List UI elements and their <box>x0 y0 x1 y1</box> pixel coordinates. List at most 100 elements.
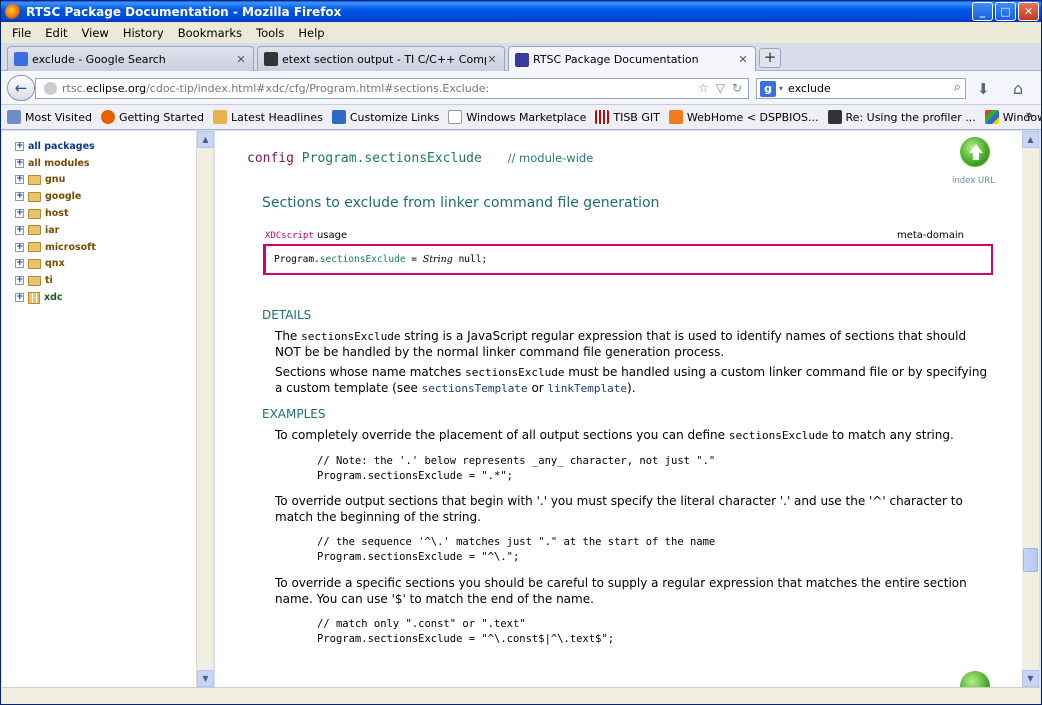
url-path: /cdoc-tip/index.html#xdc/cfg/Program.htm… <box>146 82 490 95</box>
tree-node-ti[interactable]: + ti <box>15 272 212 289</box>
tree-node-gnu[interactable]: + gnu <box>15 172 212 189</box>
folder-icon <box>28 208 41 219</box>
bookmark-webhome[interactable]: WebHome < DSPBIOS... <box>668 110 819 124</box>
site-identity-icon[interactable] <box>44 82 57 95</box>
sidebar-scrollbar[interactable]: ▲ ▼ <box>196 131 214 687</box>
engine-dropdown-icon[interactable]: ▾ <box>779 84 783 93</box>
dropdown-icon[interactable]: ▽ <box>716 81 725 95</box>
bookmarks-overflow-icon[interactable]: » <box>1025 108 1033 123</box>
details-paragraph-2: Sections whose name matches sectionsExcl… <box>275 365 988 395</box>
expand-icon[interactable]: + <box>15 209 24 219</box>
doc-content: config Program.sectionsExclude // module… <box>215 131 1022 687</box>
bookmark-getting-started[interactable]: Getting Started <box>100 110 204 124</box>
scroll-up-icon[interactable]: ▲ <box>1022 131 1039 148</box>
content-scrollbar[interactable]: ▲ ▼ <box>1022 131 1039 687</box>
expand-icon[interactable]: + <box>15 192 24 202</box>
tree-node-iar[interactable]: + iar <box>15 222 212 239</box>
expand-icon[interactable]: + <box>15 225 24 235</box>
menu-bookmarks[interactable]: Bookmarks <box>171 26 249 40</box>
scroll-up-icon[interactable]: ▲ <box>197 131 214 148</box>
bookmark-profiler[interactable]: Re: Using the profiler ... <box>827 110 976 124</box>
minimize-button[interactable]: _ <box>972 2 993 21</box>
bookmark-star-icon[interactable]: ☆ <box>698 81 709 95</box>
xdcscript-label: XDCscript <box>265 231 314 241</box>
sectionstemplate-link[interactable]: sectionsTemplate <box>422 382 528 395</box>
menu-tools[interactable]: Tools <box>249 26 291 40</box>
example-code-1: // Note: the '.' below represents _any_ … <box>317 455 716 482</box>
property-link[interactable]: sectionsExclude <box>320 254 406 265</box>
tab-label: etext section output - TI C/C++ Compile.… <box>282 52 486 66</box>
search-box[interactable]: g ▾ exclude ⌕ <box>756 78 966 99</box>
expand-icon[interactable]: + <box>15 276 24 286</box>
google-search-engine-icon[interactable]: g <box>760 80 776 97</box>
google-icon <box>14 52 28 66</box>
tree-node-all-modules[interactable]: + all modules <box>15 155 212 172</box>
bookmarks-toolbar: Most Visited Getting Started Latest Head… <box>1 105 1041 130</box>
firefox-icon <box>5 3 21 20</box>
go-to-top-icon[interactable] <box>960 671 990 687</box>
config-header: config Program.sectionsExclude // module… <box>247 151 593 166</box>
folder-icon <box>28 242 41 253</box>
bookmark-tisb-git[interactable]: TISB GIT <box>595 110 660 124</box>
bookmark-customize-links[interactable]: Customize Links <box>331 110 439 124</box>
linktemplate-link[interactable]: linkTemplate <box>548 382 627 395</box>
search-icon[interactable]: ⌕ <box>954 80 961 95</box>
usage-header: XDCscript usage meta-domain <box>265 230 992 241</box>
folder-icon <box>28 275 41 286</box>
example-code-3: // match only ".const" or ".text" Progra… <box>317 618 615 645</box>
download-icon[interactable]: ⬇ <box>977 80 990 98</box>
menu-file[interactable]: File <box>5 26 38 40</box>
tab-etext-section[interactable]: etext section output - TI C/C++ Compile.… <box>257 46 505 71</box>
bookmark-most-visited[interactable]: Most Visited <box>7 110 92 124</box>
examples-heading: EXAMPLES <box>262 407 326 421</box>
twiki-icon <box>668 110 683 124</box>
config-name: Program.sectionsExclude <box>301 151 482 166</box>
menu-view[interactable]: View <box>75 26 116 40</box>
tab-rtsc-docs[interactable]: RTSC Package Documentation ✕ <box>508 46 756 72</box>
close-button[interactable]: ✕ <box>1018 2 1039 21</box>
index-url-link[interactable]: index URL <box>952 176 995 186</box>
menu-history[interactable]: History <box>116 26 171 40</box>
scrollbar-thumb[interactable] <box>1023 548 1038 572</box>
expand-icon[interactable]: + <box>15 158 24 168</box>
tab-google-search[interactable]: exclude - Google Search ✕ <box>7 46 254 71</box>
example-text-2: To override output sections that begin w… <box>275 494 963 524</box>
home-icon[interactable]: ⌂ <box>1013 79 1023 98</box>
scroll-down-icon[interactable]: ▼ <box>197 670 214 687</box>
expand-icon[interactable]: + <box>15 175 24 185</box>
usage-label: usage <box>316 230 348 241</box>
bookmark-windows-marketplace[interactable]: Windows Marketplace <box>448 110 586 124</box>
maximize-button[interactable]: □ <box>995 2 1016 21</box>
details-heading: DETAILS <box>262 308 312 322</box>
bookmark-latest-headlines[interactable]: Latest Headlines <box>213 110 323 124</box>
scroll-down-icon[interactable]: ▼ <box>1022 670 1039 687</box>
tree-node-host[interactable]: + host <box>15 205 212 222</box>
ti-icon <box>827 110 842 124</box>
tree-node-google[interactable]: + google <box>15 188 212 205</box>
menu-bar: File Edit View History Bookmarks Tools H… <box>1 22 1041 43</box>
tree-node-xdc[interactable]: + xdc <box>15 289 212 306</box>
expand-icon[interactable]: + <box>15 141 24 151</box>
search-input[interactable]: exclude <box>788 82 831 95</box>
reload-icon[interactable]: ↻ <box>732 81 742 95</box>
expand-icon[interactable]: + <box>15 259 24 269</box>
expand-icon[interactable]: + <box>15 242 24 252</box>
horizontal-scrollbar[interactable] <box>2 687 1040 704</box>
menu-edit[interactable]: Edit <box>38 26 74 40</box>
tab-close-icon[interactable]: ✕ <box>486 53 498 66</box>
package-tree-pane: + all packages + all modules + gnu + google … <box>2 131 213 687</box>
expand-icon[interactable]: + <box>15 293 24 303</box>
tab-close-icon[interactable]: ✕ <box>737 53 749 66</box>
new-tab-button[interactable]: + <box>759 48 781 68</box>
go-to-top-icon[interactable] <box>960 137 990 167</box>
meta-domain-label: meta-domain <box>896 230 964 241</box>
tree-node-all-packages[interactable]: + all packages <box>15 138 212 155</box>
most-visited-icon <box>7 110 21 124</box>
package-icon <box>28 291 40 304</box>
tree-node-qnx[interactable]: + qnx <box>15 256 212 273</box>
back-button[interactable]: ← <box>7 75 35 101</box>
url-bar[interactable]: rtsc. eclipse.org/cdoc-tip/index.html#xdc… <box>35 78 749 99</box>
tree-node-microsoft[interactable]: + microsoft <box>15 239 212 256</box>
menu-help[interactable]: Help <box>291 26 331 40</box>
tab-close-icon[interactable]: ✕ <box>235 53 247 66</box>
